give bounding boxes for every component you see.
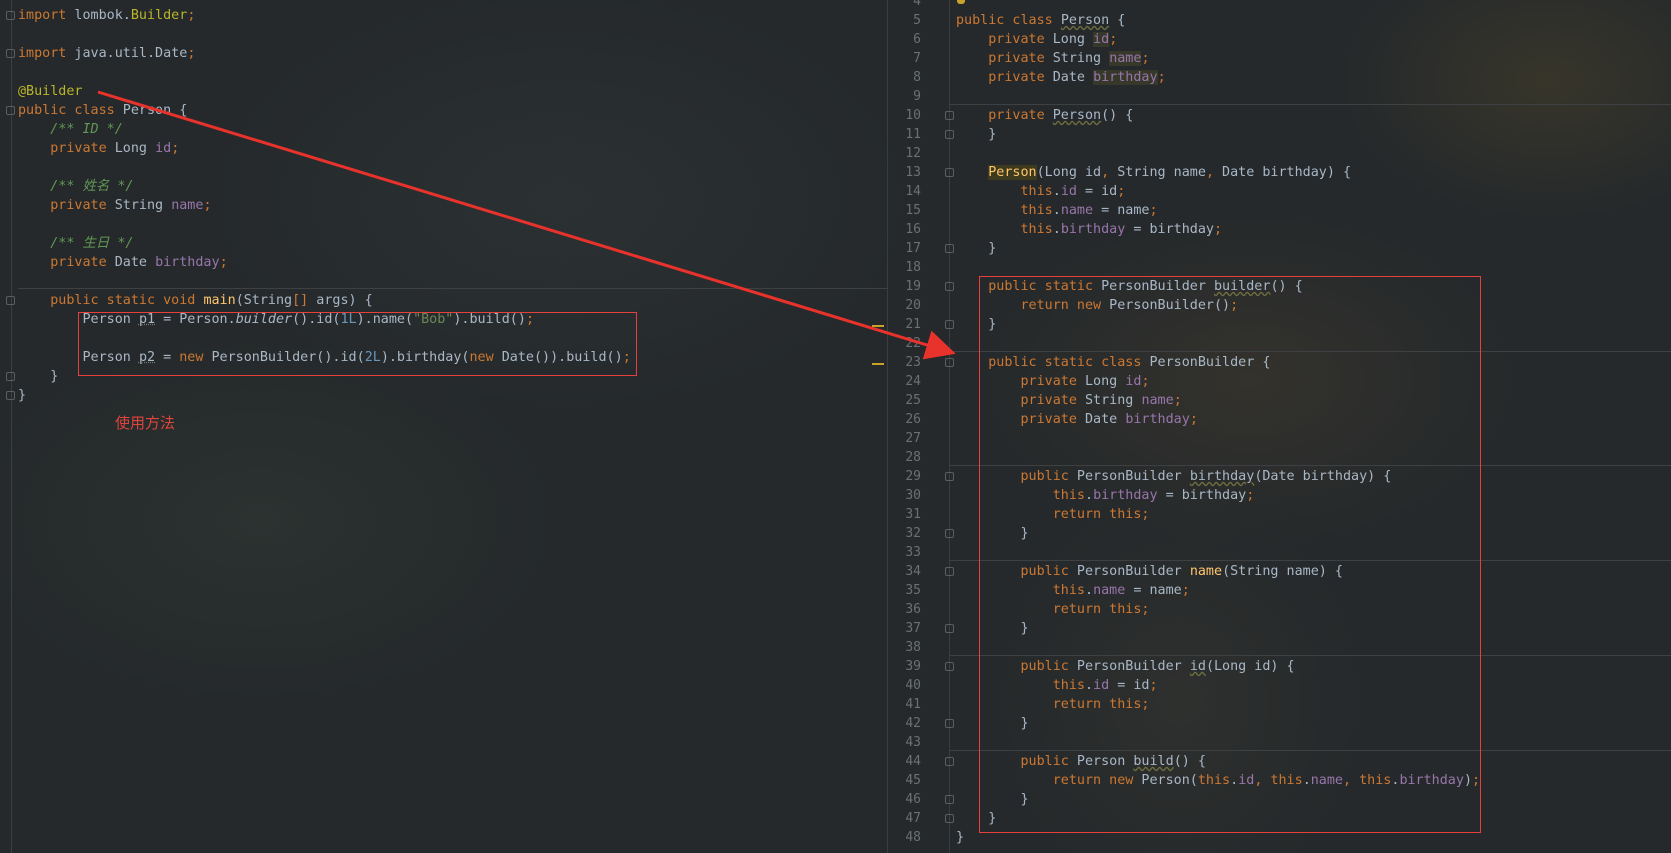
screenshot-root: import lombok.Builder; import java.util.D… <box>0 0 1671 853</box>
arrow-annotation-icon <box>97 90 956 360</box>
